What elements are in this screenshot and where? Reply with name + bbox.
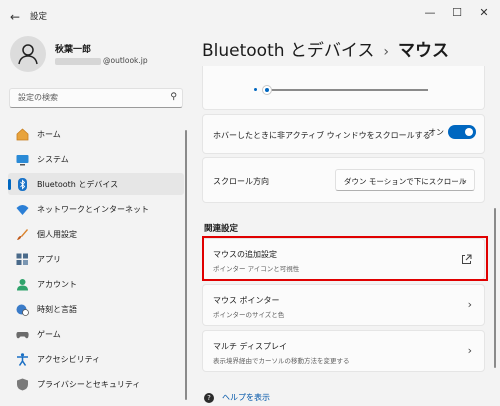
- help-icon: ?: [204, 393, 214, 403]
- inactive-scroll-label: ホバーしたときに非アクティブ ウィンドウをスクロールする: [213, 131, 431, 140]
- sidebar-item-label: プライバシーとセキュリティ: [37, 380, 141, 389]
- chevron-right-icon: ›: [467, 344, 472, 357]
- scroll-direction-dropdown[interactable]: ダウン モーションで下にスクロール ⌄: [335, 169, 475, 191]
- globe-clock-icon: [16, 304, 29, 316]
- sidebar-item-label: 個人用設定: [37, 230, 77, 239]
- sidebar-item-label: アクセシビリティ: [37, 355, 101, 364]
- breadcrumb-separator: ›: [383, 44, 390, 60]
- back-arrow-icon[interactable]: ←: [10, 10, 20, 24]
- multi-display-link[interactable]: マルチ ディスプレイ 表示境界経由でカーソルの移動方法を変更する ›: [202, 330, 485, 372]
- scroll-direction-label: スクロール方向: [213, 177, 269, 186]
- sidebar-item-time-language[interactable]: 時刻と言語: [8, 298, 184, 320]
- user-email: @outlook.jp: [55, 56, 148, 65]
- search-icon[interactable]: ⚲: [170, 92, 177, 102]
- redacted-email-part: [55, 57, 101, 65]
- sidebar-item-gaming[interactable]: ゲーム: [8, 323, 184, 345]
- link-subtitle: 表示境界経由でカーソルの移動方法を変更する: [213, 357, 350, 365]
- scroll-direction-value: ダウン モーションで下にスクロール: [344, 177, 467, 186]
- link-subtitle: ポインターのサイズと色: [213, 311, 285, 319]
- mouse-pointer-link[interactable]: マウス ポインター ポインターのサイズと色 ›: [202, 284, 485, 326]
- shield-icon: [17, 378, 28, 391]
- link-title: マウス ポインター: [213, 296, 280, 305]
- inactive-scroll-toggle[interactable]: [448, 125, 476, 139]
- selection-indicator: [8, 179, 11, 190]
- user-icon: [18, 44, 38, 65]
- pointer-speed-slider-thumb[interactable]: [262, 85, 272, 95]
- search-input[interactable]: [16, 92, 170, 103]
- accessibility-icon: [17, 353, 28, 366]
- title-bar: ← 設定 — ☐ ✕: [0, 0, 500, 32]
- sidebar-item-network[interactable]: ネットワークとインターネット: [8, 198, 184, 220]
- sidebar-item-bluetooth[interactable]: Bluetooth とデバイス: [8, 173, 184, 195]
- breadcrumb: Bluetooth とデバイス › マウス: [202, 36, 449, 61]
- close-button[interactable]: ✕: [474, 6, 494, 19]
- main-scrollbar[interactable]: [494, 208, 496, 368]
- sidebar-item-apps[interactable]: アプリ: [8, 248, 184, 270]
- apps-icon: [16, 253, 28, 265]
- gamepad-icon: [16, 332, 29, 339]
- sidebar-item-personalization[interactable]: 個人用設定: [8, 223, 184, 245]
- help-link[interactable]: ? ヘルプを表示: [204, 392, 270, 403]
- sidebar-item-label: 時刻と言語: [37, 305, 77, 314]
- sidebar-item-label: Bluetooth とデバイス: [37, 180, 119, 189]
- sidebar-item-system[interactable]: システム: [8, 148, 184, 170]
- chevron-right-icon: ›: [467, 298, 472, 311]
- page-title: マウス: [398, 41, 450, 61]
- toggle-state-label: オン: [428, 128, 444, 137]
- system-display-icon: [16, 155, 29, 166]
- bluetooth-icon: [18, 178, 27, 191]
- sidebar-item-label: ゲーム: [37, 330, 61, 339]
- sidebar-item-accessibility[interactable]: アクセシビリティ: [8, 348, 184, 370]
- sidebar-item-label: アカウント: [37, 280, 77, 289]
- sidebar-item-home[interactable]: ホーム: [8, 123, 184, 145]
- sidebar-scrollbar[interactable]: [185, 130, 187, 400]
- avatar[interactable]: [10, 36, 46, 72]
- minimize-button[interactable]: —: [420, 6, 440, 19]
- highlight-box: [202, 236, 488, 281]
- sidebar-item-privacy-security[interactable]: プライバシーとセキュリティ: [8, 373, 184, 395]
- pointer-speed-slider-track[interactable]: [264, 89, 428, 91]
- account-icon: [17, 279, 28, 291]
- pointer-speed-card: [202, 66, 485, 110]
- chevron-down-icon: ⌄: [461, 175, 468, 184]
- slider-start-dot: [254, 88, 257, 91]
- sidebar-item-label: システム: [37, 155, 69, 164]
- sidebar-item-label: アプリ: [37, 255, 61, 264]
- link-title: マルチ ディスプレイ: [213, 342, 287, 351]
- app-title: 設定: [30, 12, 48, 22]
- help-label: ヘルプを表示: [222, 393, 270, 402]
- sidebar-item-label: ネットワークとインターネット: [37, 205, 149, 214]
- wifi-icon: [16, 205, 29, 215]
- maximize-button[interactable]: ☐: [447, 6, 467, 19]
- user-name: 秋葉一郎: [55, 45, 92, 55]
- sidebar-item-accounts[interactable]: アカウント: [8, 273, 184, 295]
- home-icon: [16, 128, 29, 141]
- paintbrush-icon: [17, 229, 28, 240]
- sidebar-item-label: ホーム: [37, 130, 61, 139]
- search-box[interactable]: ⚲: [9, 88, 183, 108]
- breadcrumb-parent[interactable]: Bluetooth とデバイス: [202, 41, 374, 61]
- related-settings-heading: 関連設定: [204, 224, 239, 234]
